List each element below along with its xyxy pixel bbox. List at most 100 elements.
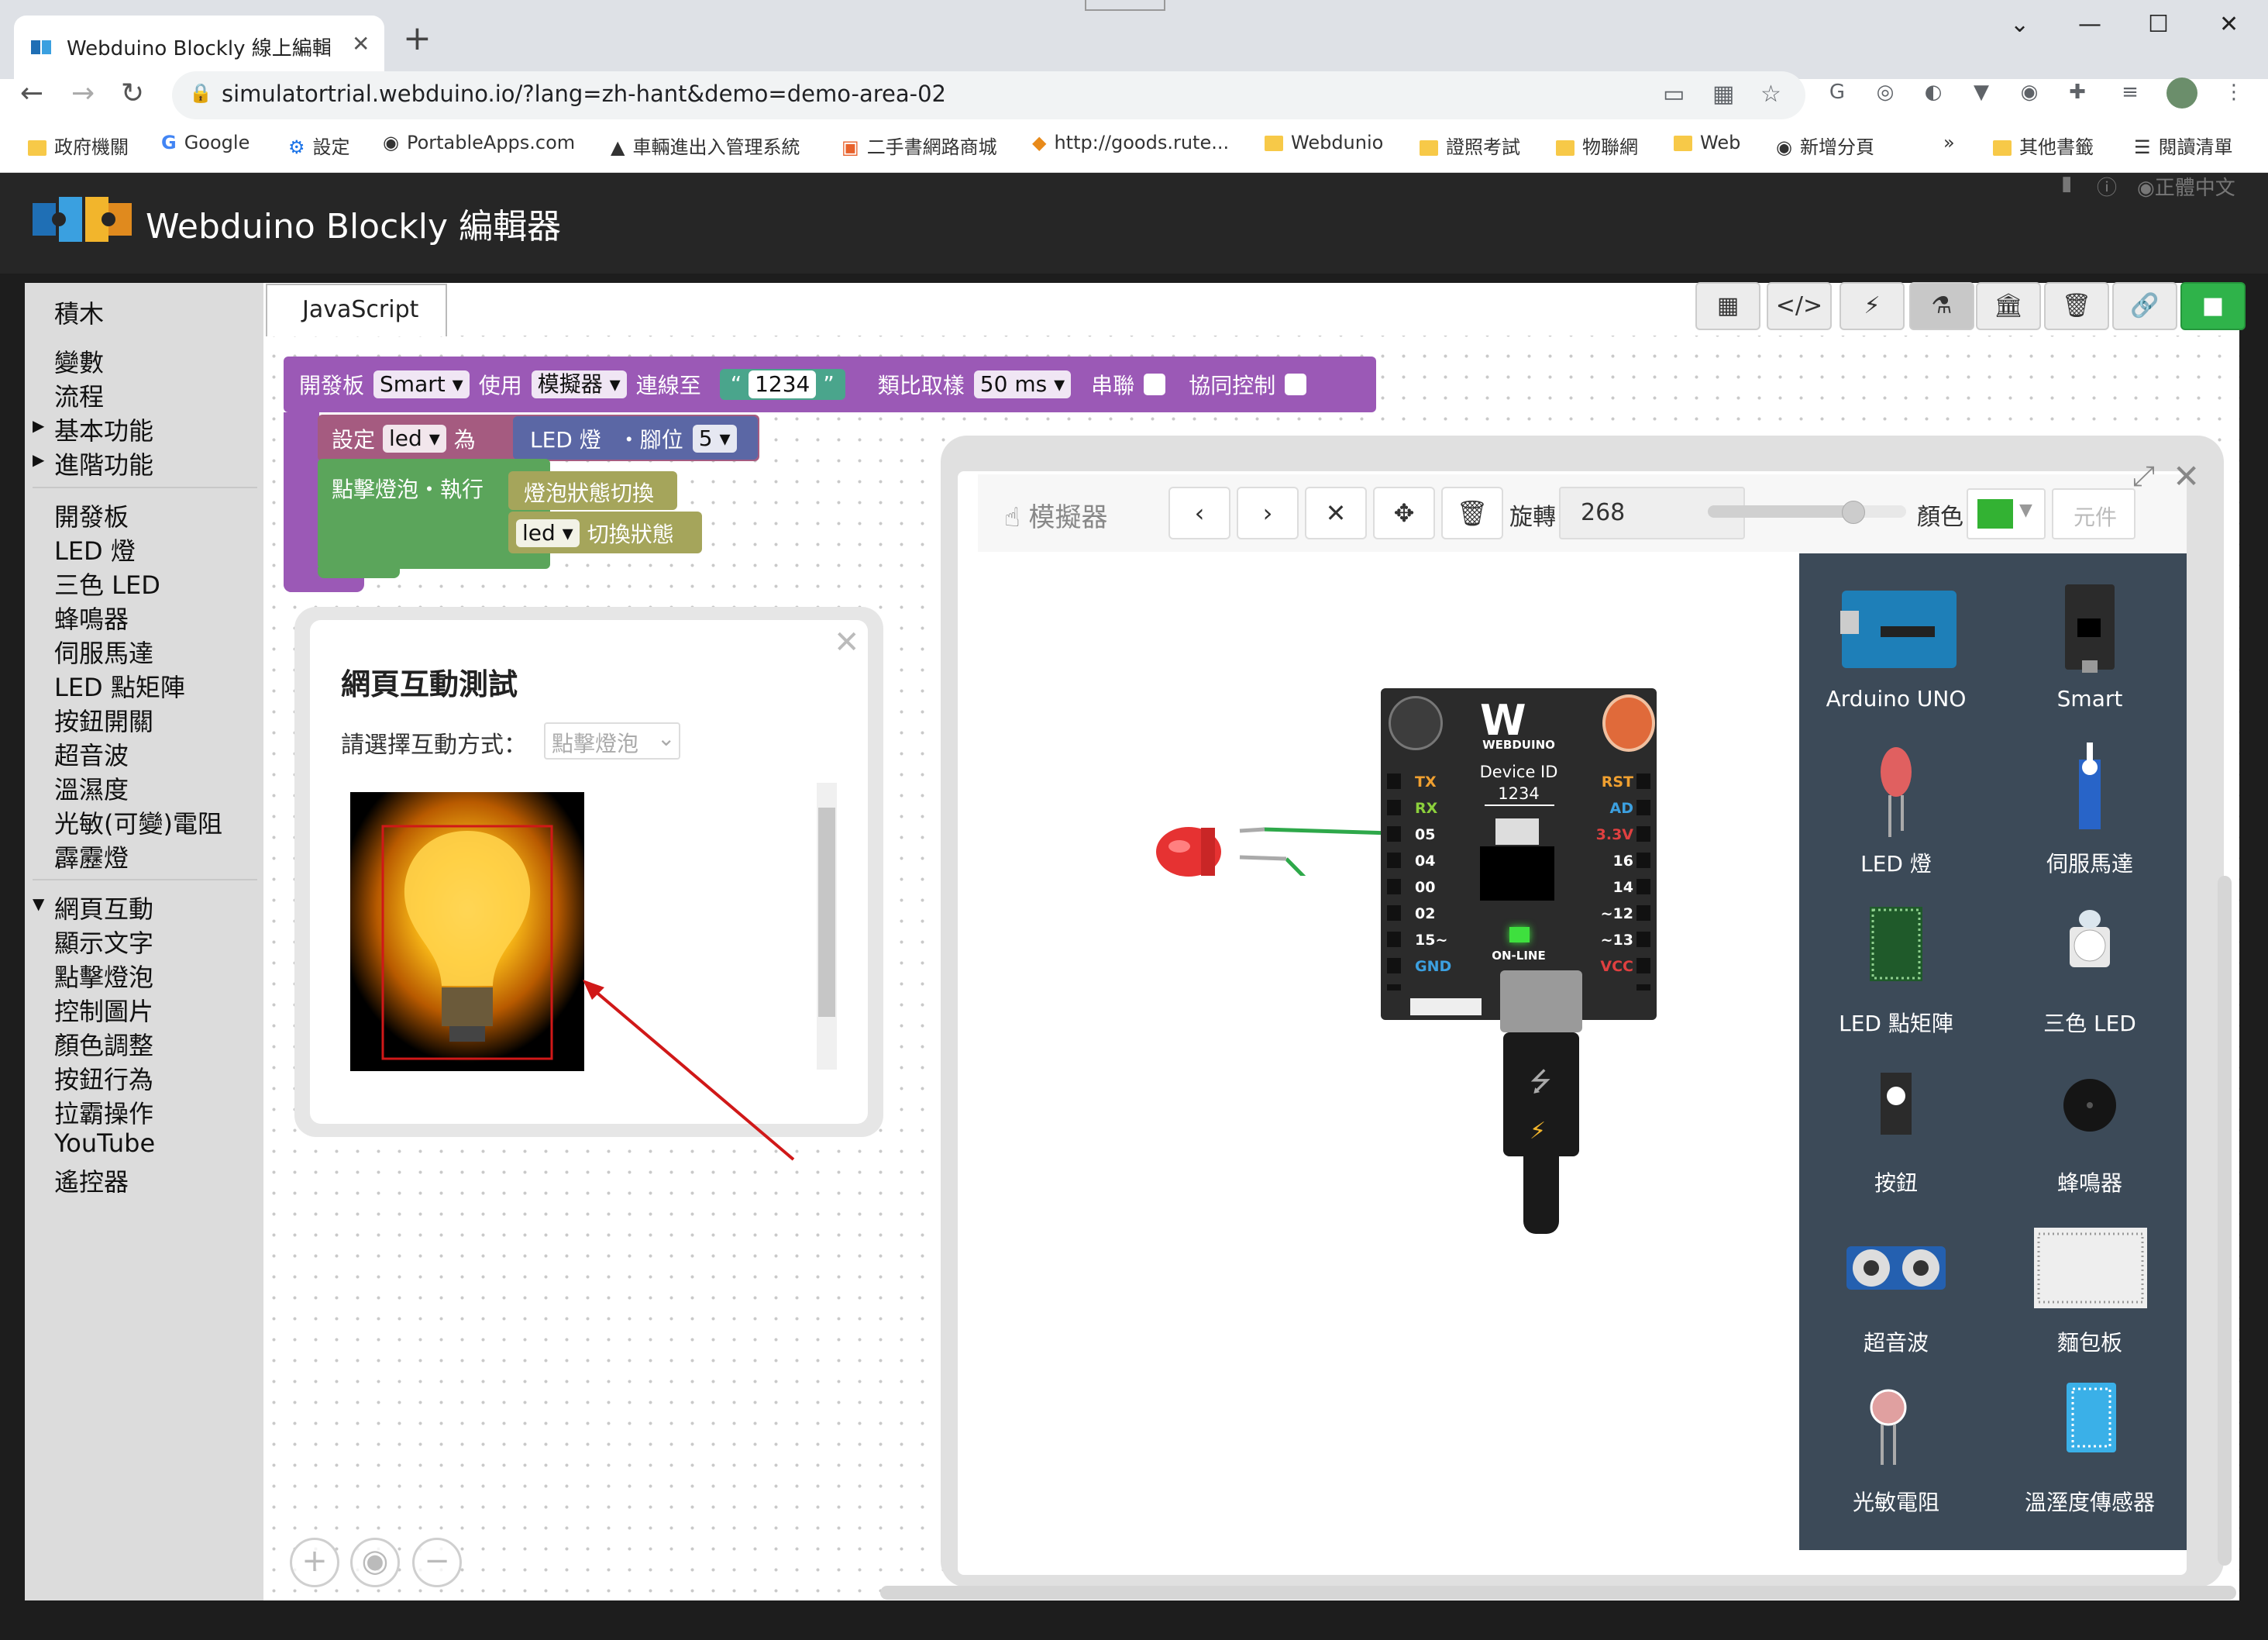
palette-item-buzzer[interactable]: 蜂鳴器 (1993, 1060, 2187, 1197)
category-basic[interactable]: ▶ 基本功能 (25, 412, 263, 446)
vue-extension-icon[interactable]: ▼ (1967, 78, 1996, 107)
delete-component-button[interactable]: ✕ (1305, 487, 1367, 539)
reading-mode-icon[interactable]: ≡ (2115, 78, 2145, 107)
dialog-scrollbar[interactable] (817, 783, 837, 1070)
palette-item-dht[interactable]: 溫溼度傳感器 (1993, 1380, 2187, 1517)
category-youtube[interactable]: YouTube (25, 1128, 263, 1159)
category-dht[interactable]: 溫濕度 (25, 770, 263, 804)
bookmark-item[interactable]: ◉ 新增分頁 (1776, 132, 1874, 159)
palette-item-ultrasonic[interactable]: 超音波 (1799, 1220, 1993, 1357)
category-led[interactable]: LED 燈 (25, 532, 263, 566)
zoom-in-button[interactable]: + (290, 1538, 339, 1587)
edge-extension-icon[interactable]: ◐ (1919, 78, 1948, 107)
tab-close-icon[interactable]: ✕ (352, 31, 370, 57)
palette-item-arduino-uno[interactable]: Arduino UNO (1799, 580, 1993, 711)
bookmark-star-icon[interactable]: ☆ (1760, 81, 1781, 108)
sampling-dropdown[interactable]: 50 ms ▾ (973, 370, 1072, 398)
language-switch[interactable]: ◉正體中文 (2137, 172, 2235, 201)
palette-item-led[interactable]: LED 燈 (1799, 741, 1993, 878)
forward-icon[interactable]: → (71, 78, 95, 109)
next-button[interactable]: › (1237, 487, 1299, 539)
light-bulb-image[interactable] (350, 792, 584, 1071)
toggle-bulb-block[interactable]: 燈泡狀態切換 (508, 471, 677, 510)
maximize-icon[interactable]: ☐ (2148, 11, 2169, 38)
bookmark-item[interactable]: Webdunio (1265, 132, 1383, 153)
category-blocks[interactable]: 積木 (25, 295, 263, 329)
coop-checkbox[interactable] (1285, 374, 1307, 395)
window-drag-handle[interactable] (1085, 0, 1165, 11)
tab-search-icon[interactable]: ⌄ (2010, 11, 2029, 38)
simulator-flask-button[interactable]: ⚗ (1909, 282, 1974, 330)
simulator-close-icon[interactable]: ✕ (2173, 457, 2200, 495)
other-bookmarks[interactable]: 其他書籤 (1993, 132, 2094, 159)
bookmark-item[interactable]: ▣ 二手書網路商城 (841, 132, 997, 159)
workspace-horizontal-scrollbar[interactable] (880, 1586, 2236, 1600)
board-type-dropdown[interactable]: Smart ▾ (373, 370, 470, 398)
address-bar[interactable]: 🔒 simulatortrial.webduino.io/?lang=zh-ha… (172, 71, 1805, 119)
category-light-show[interactable]: 霹靂燈 (25, 839, 263, 873)
library-button[interactable]: 🏛 (1976, 282, 2041, 330)
minimize-icon[interactable]: — (2078, 11, 2101, 38)
move-button[interactable]: ✥ (1373, 487, 1435, 539)
category-control-image[interactable]: 控制圖片 (25, 992, 263, 1026)
color-picker[interactable]: ▼ (1967, 488, 2046, 539)
extensions-puzzle-icon[interactable]: ✚ (2063, 78, 2092, 107)
prev-button[interactable]: ‹ (1168, 487, 1230, 539)
category-flow[interactable]: 流程 (25, 377, 263, 412)
bookmarks-overflow-button[interactable]: » (1943, 132, 1955, 153)
bookmark-item[interactable]: G Google (161, 132, 250, 153)
palette-item-rgb-led[interactable]: 三色 LED (1993, 901, 2187, 1038)
close-window-icon[interactable]: ✕ (2219, 11, 2239, 38)
board-block[interactable]: 開發板 Smart ▾ 使用 模擬器 ▾ 連線至 “ 1234 ” 類比取樣 5… (284, 357, 1376, 412)
palette-item-smart[interactable]: Smart (1993, 580, 2187, 711)
category-click-bulb[interactable]: 點擊燈泡 (25, 958, 263, 992)
share-link-button[interactable]: 🔗 (2112, 282, 2177, 330)
serial-checkbox[interactable] (1144, 374, 1166, 395)
led-component[interactable] (1155, 825, 1235, 879)
profile-avatar[interactable] (2166, 78, 2197, 109)
led-block[interactable]: LED 燈 ・腳位 5 ▾ (513, 416, 758, 460)
browser-tab[interactable]: Webduino Blockly 線上編輯工具 ✕ (14, 16, 384, 79)
category-ultrasonic[interactable]: 超音波 (25, 736, 263, 770)
bookmark-item[interactable]: 證照考試 (1420, 132, 1520, 159)
bookmark-item[interactable]: ◆ http://goods.rute... (1032, 132, 1229, 153)
stop-run-button[interactable]: ■ (2180, 282, 2246, 330)
category-button-behavior[interactable]: 按鈕行為 (25, 1060, 263, 1094)
flash-button[interactable]: ⚡ (1840, 282, 1905, 330)
device-id-string-block[interactable]: “ 1234 ” (719, 369, 845, 400)
back-icon[interactable]: ← (20, 78, 43, 109)
rotate-slider[interactable] (1708, 501, 1906, 524)
reload-icon[interactable]: ↻ (121, 78, 144, 109)
reading-list[interactable]: ☰ 閱讀清單 (2134, 132, 2233, 159)
pin-dropdown[interactable]: 5 ▾ (692, 425, 737, 453)
category-slider[interactable]: 拉霸操作 (25, 1094, 263, 1128)
category-advanced[interactable]: ▶ 進階功能 (25, 446, 263, 480)
components-button[interactable]: 元件 (2052, 488, 2135, 539)
interaction-mode-select[interactable]: 點擊燈泡 ⌄ (544, 722, 680, 760)
zoom-out-button[interactable]: − (412, 1538, 462, 1587)
palette-item-photocell[interactable]: 光敏電阻 (1799, 1380, 1993, 1517)
palette-item-breadboard[interactable]: 麵包板 (1993, 1220, 2187, 1357)
dialog-close-icon[interactable]: ✕ (834, 625, 860, 660)
fullscreen-icon[interactable]: ⤢ (2132, 460, 2155, 493)
category-board[interactable]: 開發板 (25, 498, 263, 532)
bookmark-item[interactable]: Web (1674, 132, 1740, 153)
category-servo[interactable]: 伺服馬達 (25, 634, 263, 668)
rotate-slider-thumb[interactable] (1841, 501, 1865, 524)
category-rgb-led[interactable]: 三色 LED (25, 566, 263, 600)
category-variables[interactable]: 變數 (25, 343, 263, 377)
bookmark-item[interactable]: ▲ 車輛進出入管理系統 (611, 132, 800, 159)
category-color-adjust[interactable]: 顏色調整 (25, 1026, 263, 1060)
tab-javascript-label[interactable]: JavaScript (266, 284, 447, 336)
code-view-button[interactable]: </> (1767, 282, 1832, 330)
category-photocell[interactable]: 光敏(可變)電阻 (25, 804, 263, 839)
bookmark-item[interactable]: 物聯網 (1556, 132, 1638, 159)
toggle-led-block[interactable]: led ▾ 切換狀態 (508, 512, 702, 553)
led-variable-dropdown[interactable]: led ▾ (516, 519, 580, 547)
qr-code-button[interactable]: ▦ (1695, 282, 1760, 330)
chat-extension-icon[interactable]: ◎ (1870, 78, 1900, 107)
category-button[interactable]: 按鈕開關 (25, 702, 263, 736)
translate-extension-icon[interactable]: G (1822, 78, 1852, 107)
category-led-matrix[interactable]: LED 點矩陣 (25, 668, 263, 702)
bookmark-item[interactable]: 政府機關 (28, 132, 129, 159)
